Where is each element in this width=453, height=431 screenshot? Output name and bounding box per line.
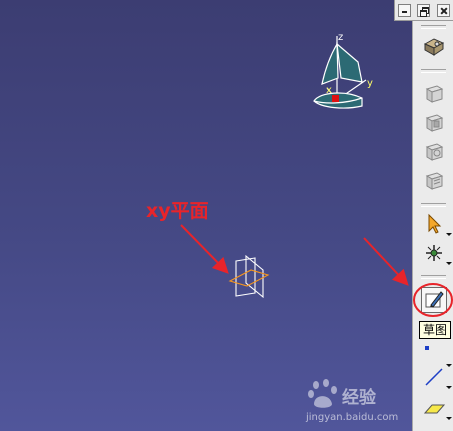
watermark-url: jingyan.baidu.com xyxy=(306,412,399,423)
watermark: 经验 jingyan.baidu.com xyxy=(306,377,416,429)
paw-logo-icon xyxy=(308,379,337,408)
watermark-brand: 经验 xyxy=(342,388,376,408)
sketch-tooltip: 草图 xyxy=(419,321,452,339)
3d-viewport[interactable]: z y x xy平面 草图 经验 jingyan.baidu.com xyxy=(0,0,453,431)
highlight-circle xyxy=(413,283,453,317)
